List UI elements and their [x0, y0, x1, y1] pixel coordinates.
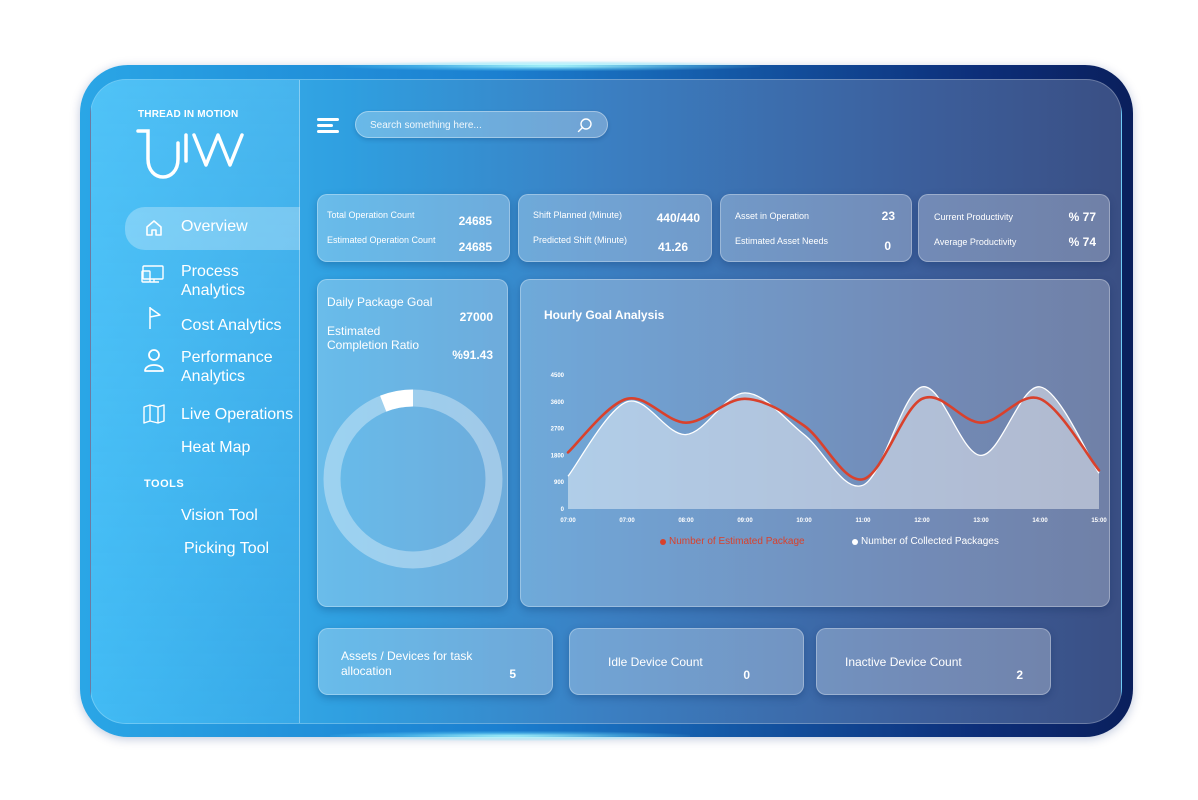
kpi-card-productivity: Current Productivity % 77 Average Produc…	[918, 194, 1110, 262]
sidebar-item-live-operations[interactable]: Live Operations	[141, 402, 293, 426]
legend-estimated: Number of Estimated Package	[660, 536, 805, 547]
inactive-device-value: 2	[1016, 668, 1023, 682]
legend-dot-estimated	[660, 538, 666, 545]
home-icon	[141, 216, 167, 240]
menu-toggle-icon[interactable]	[317, 118, 339, 134]
x-tick-label: 08:00	[678, 518, 694, 524]
x-tick-label: 15:00	[1091, 518, 1107, 524]
hourly-goal-chart-card: Hourly Goal Analysis 0 900 1800 2700 3600 450…	[520, 279, 1110, 607]
sidebar-item-picking-tool[interactable]: Picking Tool	[184, 539, 269, 558]
assets-devices-label: Assets / Devices for task allocation	[341, 649, 473, 678]
completion-ratio-value: %91.43	[452, 348, 493, 362]
y-tick-label: 1800	[551, 453, 565, 459]
y-tick-label: 3600	[551, 400, 565, 406]
completion-donut	[323, 389, 503, 569]
y-tick-label: 900	[554, 480, 565, 486]
x-tick-label: 11:00	[855, 518, 871, 524]
x-tick-label: 07:00	[560, 518, 576, 524]
kpi-label: Estimated Operation Count	[327, 235, 436, 245]
daily-goal-label: Daily Package Goal	[327, 295, 433, 309]
dashboard-screen: THREAD IN MOTION Overview Process Analyt…	[90, 79, 1122, 724]
assets-devices-value: 5	[509, 667, 516, 681]
kpi-card-shift: Shift Planned (Minute) 440/440 Predicted…	[518, 194, 712, 262]
sidebar-item-label: Picking Tool	[184, 540, 270, 557]
kpi-value: 23	[881, 209, 895, 223]
sidebar-item-label: Heat Map	[181, 439, 251, 456]
sidebar-item-performance-analytics[interactable]: Performance Analytics	[141, 348, 291, 386]
idle-device-value: 0	[743, 668, 750, 682]
x-tick-label: 14:00	[1032, 518, 1048, 524]
x-tick-label: 10:00	[796, 518, 812, 524]
sidebar-item-cost-analytics[interactable]: Cost Analytics	[141, 306, 281, 335]
sidebar-item-process-analytics[interactable]: Process Analytics	[141, 262, 281, 300]
completion-ratio-label: Estimated Completion Ratio	[327, 324, 420, 352]
kpi-label: Average Productivity	[934, 237, 1017, 247]
idle-device-label: Idle Device Count	[608, 655, 703, 669]
kpi-card-operation: Total Operation Count 24685 Estimated Op…	[317, 194, 510, 262]
map-icon	[141, 402, 167, 426]
daily-goal-card: Daily Package Goal 27000 Estimated Compl…	[317, 279, 508, 607]
daily-goal-value: 27000	[459, 310, 493, 324]
kpi-value: 440/440	[656, 211, 700, 225]
kpi-value: % 74	[1068, 235, 1096, 249]
y-tick-label: 4500	[551, 373, 565, 379]
flag-icon	[141, 306, 167, 330]
inactive-device-label: Inactive Device Count	[845, 655, 962, 669]
sidebar-item-label: Process Analytics	[181, 263, 246, 299]
kpi-label: Current Productivity	[934, 212, 1014, 222]
y-tick-label: 2700	[551, 427, 565, 433]
legend-dot-collected	[852, 538, 858, 545]
kpi-value: % 77	[1068, 210, 1096, 224]
sidebar-item-vision-tool[interactable]: Vision Tool	[181, 506, 258, 525]
kpi-value: 41.26	[657, 240, 688, 254]
completion-donut-highlight	[380, 389, 414, 412]
kpi-label: Total Operation Count	[327, 210, 415, 220]
kpi-label: Estimated Asset Needs	[735, 236, 829, 246]
legend-label-estimated: Number of Estimated Package	[669, 536, 805, 547]
inactive-device-card: Inactive Device Count 2	[816, 628, 1051, 695]
legend-label-collected: Number of Collected Packages	[861, 536, 999, 547]
x-tick-label: 13:00	[973, 518, 989, 524]
idle-device-card: Idle Device Count 0	[569, 628, 804, 695]
brand-logo-icon	[136, 129, 244, 179]
kpi-label: Predicted Shift (Minute)	[533, 235, 628, 245]
sidebar-item-overview[interactable]: Overview	[125, 207, 300, 250]
user-icon	[141, 348, 167, 372]
legend-collected: Number of Collected Packages	[852, 536, 999, 547]
x-tick-label: 07:00	[619, 518, 635, 524]
x-tick-label: 12:00	[914, 518, 930, 524]
kpi-value: 0	[884, 239, 891, 253]
sidebar-item-label: Live Operations	[181, 406, 294, 423]
kpi-label: Shift Planned (Minute)	[533, 210, 623, 220]
sidebar-item-label: Cost Analytics	[181, 317, 282, 334]
search-input[interactable]	[370, 117, 570, 133]
sidebar: THREAD IN MOTION Overview Process Analyt…	[91, 80, 300, 723]
search-bar	[355, 111, 608, 138]
kpi-label: Asset in Operation	[735, 211, 810, 221]
kpi-value: 24685	[458, 214, 492, 228]
search-icon[interactable]	[577, 117, 593, 138]
y-tick-label: 0	[561, 507, 565, 513]
sidebar-item-heat-map[interactable]: Heat Map	[181, 438, 250, 457]
sidebar-item-label: Overview	[181, 218, 248, 235]
tools-heading: TOOLS	[144, 478, 185, 490]
kpi-value: 24685	[458, 240, 492, 254]
sidebar-item-label: Performance Analytics	[181, 349, 273, 385]
x-tick-label: 09:00	[737, 518, 753, 524]
kpi-card-assets: Asset in Operation 23 Estimated Asset Ne…	[720, 194, 912, 262]
assets-devices-card: Assets / Devices for task allocation 5	[318, 628, 553, 695]
hourly-goal-chart: 0 900 1800 2700 3600 4500 07:00 07:00 08:00 09:00…	[551, 373, 1108, 524]
brand-name: THREAD IN MOTION	[138, 109, 239, 120]
monitor-icon	[141, 262, 167, 286]
sidebar-item-label: Vision Tool	[181, 507, 258, 524]
